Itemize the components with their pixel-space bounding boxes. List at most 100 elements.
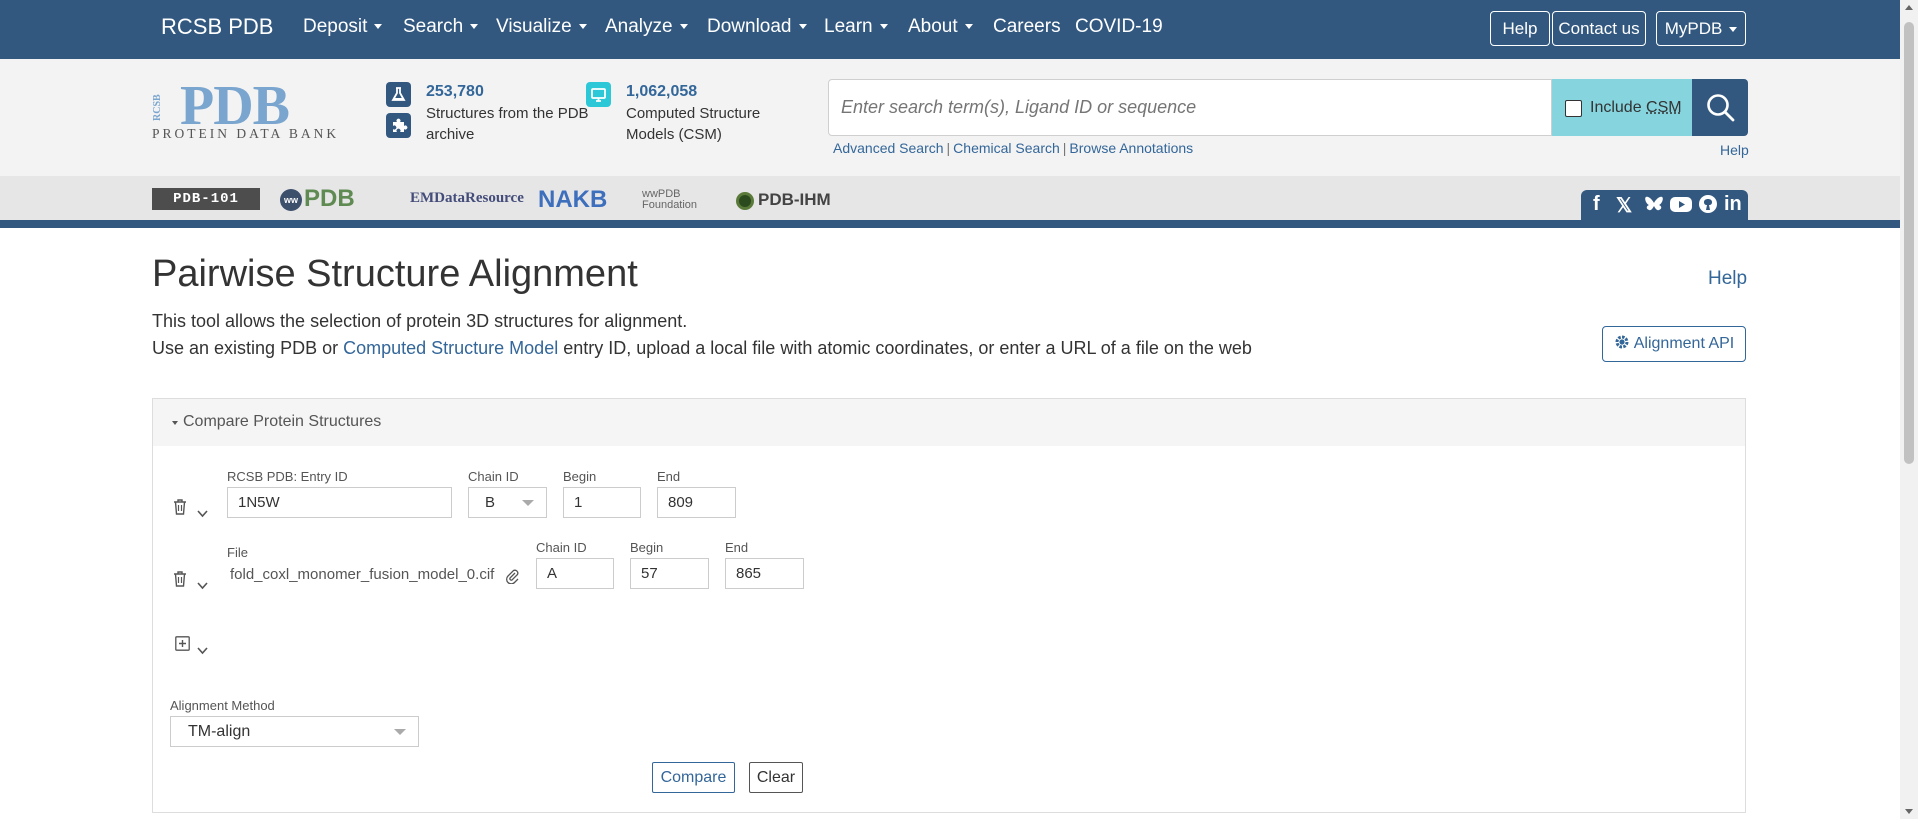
nav-download[interactable]: Download	[707, 16, 807, 38]
chemical-search-link[interactable]: Chemical Search	[953, 140, 1060, 156]
trash-icon[interactable]	[173, 571, 187, 592]
chevron-down-icon	[522, 500, 534, 506]
search-input[interactable]	[841, 97, 1521, 118]
search-help-link[interactable]: Help	[1720, 142, 1749, 158]
scrollbar-thumb[interactable]	[1904, 22, 1914, 464]
end-input[interactable]: 865	[725, 558, 804, 589]
social-links: f 𝕏 in	[1581, 190, 1748, 220]
pdb-ihm-logo[interactable]: PDB-IHM	[736, 190, 831, 210]
header-divider	[0, 220, 1900, 228]
logo-subtitle: PROTEIN DATA BANK	[152, 126, 340, 141]
wwpdb-logo[interactable]: ww PDB	[280, 186, 355, 212]
gear-icon	[1615, 335, 1629, 349]
end-label: End	[657, 469, 681, 484]
wwpdb-foundation-logo[interactable]: wwPDB Foundation	[642, 189, 697, 211]
browse-annotations-link[interactable]: Browse Annotations	[1069, 140, 1193, 156]
emdataresource-logo[interactable]: EMDataResource	[410, 190, 524, 207]
x-icon[interactable]: 𝕏	[1616, 193, 1632, 218]
entry-id-input[interactable]: 1N5W	[227, 487, 452, 518]
chevron-down-icon	[879, 24, 888, 30]
nav-deposit[interactable]: Deposit	[303, 16, 383, 38]
chevron-down-icon[interactable]	[197, 577, 208, 595]
paperclip-icon[interactable]	[505, 568, 519, 589]
computed-structure-model-link[interactable]: Computed Structure Model	[343, 338, 558, 358]
compare-panel	[152, 398, 1746, 813]
tool-description: This tool allows the selection of protei…	[152, 311, 688, 331]
advanced-search-link[interactable]: Advanced Search	[833, 140, 944, 156]
pdb101-logo[interactable]: PDB-101	[152, 188, 260, 210]
facebook-icon[interactable]: f	[1593, 193, 1600, 216]
page-help-link[interactable]: Help	[1708, 268, 1747, 290]
chain-id-select[interactable]: B	[468, 487, 547, 518]
brand-link[interactable]: RCSB PDB	[161, 14, 273, 40]
alignment-method-select[interactable]: TM-align	[170, 716, 419, 747]
pdb-ihm-emblem	[736, 191, 754, 210]
panel-header[interactable]	[153, 399, 1745, 446]
begin-input[interactable]: 1	[563, 487, 641, 518]
rcsb-pdb-logo[interactable]: RCSB PDB PROTEIN DATA BANK	[152, 78, 364, 141]
scroll-up-arrow-icon[interactable]	[1905, 5, 1913, 10]
begin-label: Begin	[563, 469, 597, 484]
logo-rcsb-text: RCSB	[152, 94, 163, 122]
puzzle-icon	[386, 113, 411, 138]
nav-visualize[interactable]: Visualize	[496, 16, 587, 38]
end-label: End	[725, 540, 749, 555]
csm-count[interactable]: 1,062,058	[626, 83, 697, 101]
begin-label: Begin	[630, 540, 664, 555]
begin-input[interactable]: 57	[630, 558, 709, 589]
nav-analyze[interactable]: Analyze	[605, 16, 688, 38]
page-title: Pairwise Structure Alignment	[152, 253, 638, 295]
github-icon[interactable]	[1697, 193, 1719, 221]
file-name: fold_coxl_monomer_fusion_model_0.cif	[230, 566, 495, 583]
chevron-down-icon	[964, 24, 973, 30]
mypdb-button[interactable]: MyPDB	[1656, 11, 1746, 46]
contact-us-button[interactable]: Contact us	[1552, 11, 1646, 46]
include-csm-toggle[interactable]: Include CSM	[1552, 79, 1692, 136]
monitor-icon	[586, 82, 611, 107]
structures-label: Structures from the PDB archive	[426, 105, 589, 143]
chevron-down-icon[interactable]	[197, 642, 208, 660]
entry-id-label: RCSB PDB: Entry ID	[227, 469, 348, 484]
chevron-down-icon	[1729, 27, 1738, 33]
file-label: File	[227, 545, 248, 560]
search-links: Advanced Search | Chemical Search | Browse A…	[833, 140, 1194, 156]
search-icon	[1707, 94, 1735, 122]
structures-count[interactable]: 253,780	[426, 83, 484, 101]
panel-title[interactable]: Compare Protein Structures	[183, 413, 381, 431]
nav-about[interactable]: About	[908, 16, 973, 38]
flask-icon	[386, 82, 411, 107]
csm-label: Computed Structure Models (CSM)	[626, 105, 761, 143]
trash-icon[interactable]	[173, 499, 187, 520]
chevron-down-icon[interactable]	[197, 505, 208, 523]
chain-id-input[interactable]: A	[536, 558, 614, 589]
help-button[interactable]: Help	[1490, 11, 1550, 46]
add-structure-icon[interactable]	[175, 636, 190, 656]
nav-learn[interactable]: Learn	[824, 16, 888, 38]
nav-search[interactable]: Search	[403, 16, 479, 38]
clear-button[interactable]: Clear	[749, 762, 803, 793]
chain-id-label: Chain ID	[536, 540, 587, 555]
chevron-down-icon	[394, 729, 406, 735]
wwpdb-globe: ww	[280, 188, 302, 211]
bluesky-icon[interactable]	[1643, 193, 1665, 221]
nav-covid19[interactable]: COVID-19	[1075, 16, 1163, 38]
youtube-icon[interactable]	[1669, 193, 1693, 221]
nakb-logo[interactable]: NAKB	[538, 186, 607, 214]
search-button[interactable]	[1692, 79, 1748, 136]
chevron-down-icon	[374, 24, 383, 30]
chevron-down-icon	[470, 24, 479, 30]
include-csm-label: Include CSM	[1590, 99, 1682, 116]
alignment-method-label: Alignment Method	[170, 698, 275, 713]
tool-instructions: Use an existing PDB or Computed Structur…	[152, 338, 1252, 358]
include-csm-checkbox[interactable]	[1565, 100, 1582, 117]
linkedin-icon[interactable]: in	[1724, 193, 1742, 216]
chain-id-label: Chain ID	[468, 469, 519, 484]
end-input[interactable]: 809	[657, 487, 736, 518]
collapse-caret-icon[interactable]	[172, 421, 178, 425]
compare-button[interactable]: Compare	[652, 762, 735, 793]
search-box	[828, 79, 1552, 136]
alignment-api-button[interactable]: Alignment API	[1602, 326, 1746, 362]
nav-careers[interactable]: Careers	[993, 16, 1061, 38]
scroll-down-arrow-icon[interactable]	[1905, 809, 1913, 814]
chevron-down-icon	[679, 24, 688, 30]
